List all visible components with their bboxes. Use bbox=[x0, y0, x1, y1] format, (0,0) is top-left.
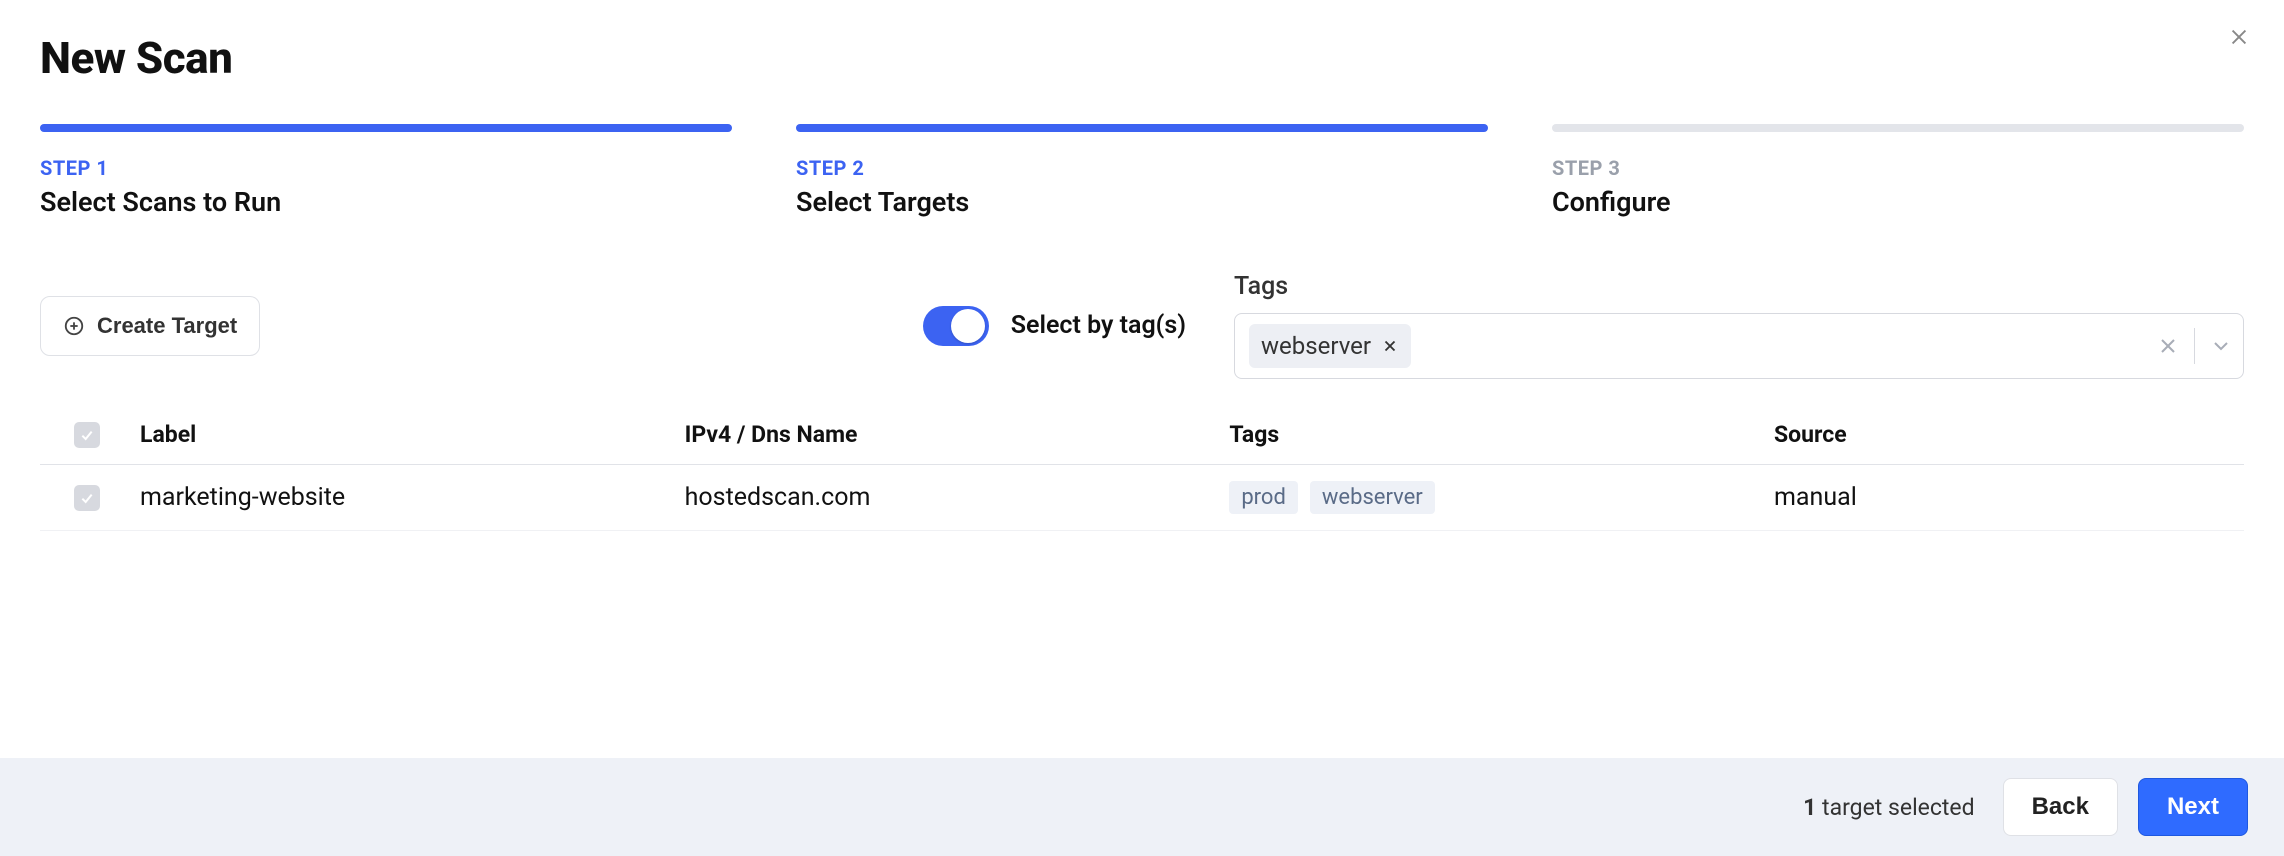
cell-host: hostedscan.com bbox=[685, 483, 1230, 512]
page-title: New Scan bbox=[40, 32, 232, 84]
select-by-tags-toggle[interactable] bbox=[923, 306, 989, 346]
create-target-button[interactable]: Create Target bbox=[40, 296, 260, 356]
footer: 1 target selected Back Next bbox=[0, 758, 2284, 856]
step-2[interactable]: STEP 2 Select Targets bbox=[796, 124, 1488, 218]
step-label: Select Targets bbox=[796, 186, 1488, 218]
next-button[interactable]: Next bbox=[2138, 778, 2248, 836]
step-bar bbox=[40, 124, 732, 132]
table-row[interactable]: marketing-website hostedscan.com prod we… bbox=[40, 465, 2244, 531]
close-button[interactable] bbox=[2224, 22, 2254, 52]
check-icon bbox=[79, 490, 95, 506]
tags-field-label: Tags bbox=[1234, 272, 2244, 301]
tag-chip-label: webserver bbox=[1261, 332, 1371, 360]
col-tags: Tags bbox=[1229, 421, 1774, 448]
col-host: IPv4 / Dns Name bbox=[685, 421, 1230, 448]
step-1[interactable]: STEP 1 Select Scans to Run bbox=[40, 124, 732, 218]
step-bar bbox=[796, 124, 1488, 132]
toggle-label: Select by tag(s) bbox=[1011, 311, 1186, 340]
header-checkbox[interactable] bbox=[74, 422, 100, 448]
targets-table: Label IPv4 / Dns Name Tags Source market… bbox=[40, 405, 2244, 531]
step-label: Configure bbox=[1552, 186, 2244, 218]
tags-select[interactable]: webserver bbox=[1234, 313, 2244, 379]
step-num: STEP 2 bbox=[796, 156, 1488, 180]
row-checkbox[interactable] bbox=[74, 485, 100, 511]
close-icon bbox=[1381, 337, 1399, 355]
stepper: STEP 1 Select Scans to Run STEP 2 Select… bbox=[40, 124, 2244, 218]
selection-status: 1 target selected bbox=[1803, 794, 1974, 821]
tag-chip-webserver: webserver bbox=[1249, 324, 1411, 368]
tag-chip-remove[interactable] bbox=[1381, 337, 1399, 355]
tags-dropdown-button[interactable] bbox=[2209, 334, 2233, 358]
step-label: Select Scans to Run bbox=[40, 186, 732, 218]
step-num: STEP 1 bbox=[40, 156, 732, 180]
create-target-label: Create Target bbox=[97, 313, 237, 339]
close-icon bbox=[2156, 334, 2180, 358]
check-icon bbox=[79, 427, 95, 443]
cell-source: manual bbox=[1774, 483, 2234, 512]
cell-label: marketing-website bbox=[140, 483, 685, 512]
step-bar bbox=[1552, 124, 2244, 132]
col-label: Label bbox=[140, 421, 685, 448]
close-icon bbox=[2228, 26, 2250, 48]
plus-circle-icon bbox=[63, 315, 85, 337]
tags-clear-button[interactable] bbox=[2156, 334, 2180, 358]
step-num: STEP 3 bbox=[1552, 156, 2244, 180]
col-source: Source bbox=[1774, 421, 2234, 448]
row-tag: webserver bbox=[1310, 481, 1435, 514]
step-3[interactable]: STEP 3 Configure bbox=[1552, 124, 2244, 218]
chevron-down-icon bbox=[2209, 334, 2233, 358]
row-tag: prod bbox=[1229, 481, 1298, 514]
toggle-knob bbox=[951, 309, 985, 343]
cell-tags: prod webserver bbox=[1229, 481, 1774, 514]
table-header: Label IPv4 / Dns Name Tags Source bbox=[40, 405, 2244, 465]
back-button[interactable]: Back bbox=[2003, 778, 2118, 836]
